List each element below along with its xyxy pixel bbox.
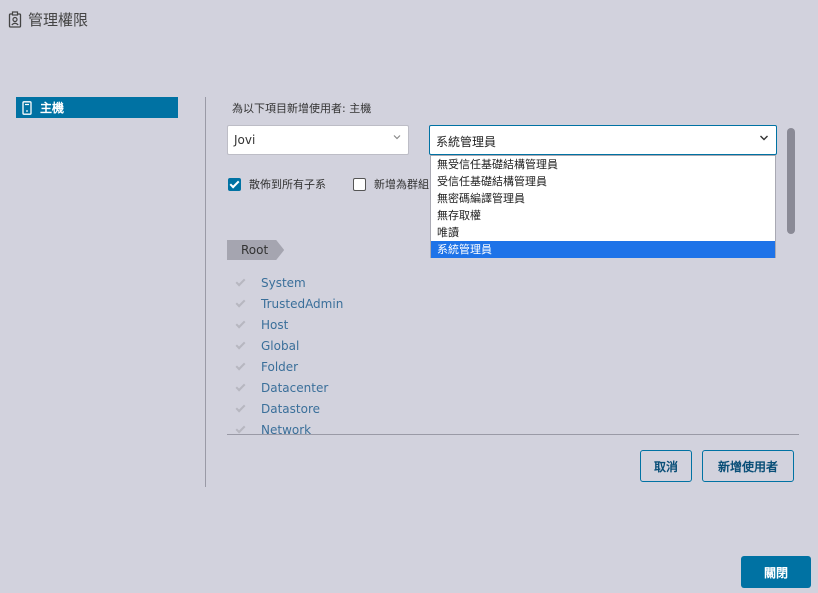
privilege-label: Datacenter bbox=[261, 380, 329, 395]
cancel-button[interactable]: 取消 bbox=[640, 450, 692, 482]
privilege-label: TrustedAdmin bbox=[261, 296, 344, 311]
section-label: 為以下項目新增使用者: 主機 bbox=[232, 102, 372, 115]
privilege-checkbox bbox=[235, 340, 247, 352]
list-item: Network bbox=[235, 419, 535, 435]
list-item: Datastore bbox=[235, 398, 535, 419]
role-option-selected[interactable]: 系統管理員 bbox=[431, 241, 775, 258]
title-bar: 管理權限 bbox=[8, 9, 88, 30]
chevron-down-icon bbox=[393, 135, 401, 140]
privilege-checkbox bbox=[235, 424, 247, 435]
privilege-label: Global bbox=[261, 338, 300, 353]
role-dropdown-list: 無受信任基礎結構管理員 受信任基礎結構管理員 無密碼編譯管理員 無存取權 唯讀 … bbox=[430, 155, 776, 258]
user-select-value: Jovi bbox=[234, 133, 256, 147]
role-option[interactable]: 無存取權 bbox=[431, 207, 775, 224]
privilege-label: Folder bbox=[261, 359, 299, 374]
privilege-label: System bbox=[261, 275, 306, 290]
propagate-checkbox[interactable] bbox=[228, 177, 241, 191]
horizontal-divider bbox=[227, 434, 799, 435]
scrollbar[interactable] bbox=[787, 128, 795, 234]
privilege-checkbox bbox=[235, 382, 247, 394]
privilege-label: Network bbox=[261, 422, 312, 435]
privilege-checkbox bbox=[235, 403, 247, 415]
host-icon bbox=[22, 100, 32, 115]
list-item: Datacenter bbox=[235, 377, 535, 398]
list-item: Global bbox=[235, 335, 535, 356]
add-user-button[interactable]: 新增使用者 bbox=[702, 450, 794, 482]
vertical-divider bbox=[205, 97, 206, 487]
privilege-list: System TrustedAdmin Host Global Folder D… bbox=[235, 272, 535, 435]
propagate-checkbox-row[interactable]: 散佈到所有子系 bbox=[228, 176, 326, 192]
privilege-checkbox bbox=[235, 298, 247, 310]
privilege-checkbox bbox=[235, 277, 247, 289]
page-title: 管理權限 bbox=[28, 11, 89, 29]
role-select-value: 系統管理員 bbox=[436, 135, 497, 149]
breadcrumb[interactable]: Root bbox=[227, 240, 284, 260]
badge-icon bbox=[8, 11, 22, 28]
privilege-label: Datastore bbox=[261, 401, 321, 416]
manage-permissions-dialog: 管理權限 主機 為以下項目新增使用者: 主機 Jovi 系統管理員 無受信任基礎… bbox=[0, 0, 818, 593]
add-group-checkbox-row[interactable]: 新增為群組 bbox=[353, 176, 430, 192]
role-option[interactable]: 無密碼編譯管理員 bbox=[431, 190, 775, 207]
propagate-label: 散佈到所有子系 bbox=[249, 178, 326, 191]
chevron-down-icon bbox=[760, 135, 768, 141]
list-item: Folder bbox=[235, 356, 535, 377]
privilege-label: Host bbox=[261, 317, 289, 332]
user-select[interactable]: Jovi bbox=[227, 125, 409, 155]
role-option[interactable]: 無受信任基礎結構管理員 bbox=[431, 156, 775, 173]
add-group-checkbox[interactable] bbox=[353, 177, 366, 191]
role-option[interactable]: 受信任基礎結構管理員 bbox=[431, 173, 775, 190]
sidebar-item-host[interactable]: 主機 bbox=[16, 97, 178, 118]
sidebar-item-label: 主機 bbox=[40, 101, 65, 115]
close-button[interactable]: 關閉 bbox=[741, 556, 811, 588]
privilege-checkbox bbox=[235, 319, 247, 331]
role-option[interactable]: 唯讀 bbox=[431, 224, 775, 241]
list-item: Host bbox=[235, 314, 535, 335]
privilege-checkbox bbox=[235, 361, 247, 373]
add-group-label: 新增為群組 bbox=[374, 178, 429, 191]
role-select[interactable]: 系統管理員 bbox=[429, 125, 777, 155]
list-item: System bbox=[235, 272, 535, 293]
list-item: TrustedAdmin bbox=[235, 293, 535, 314]
